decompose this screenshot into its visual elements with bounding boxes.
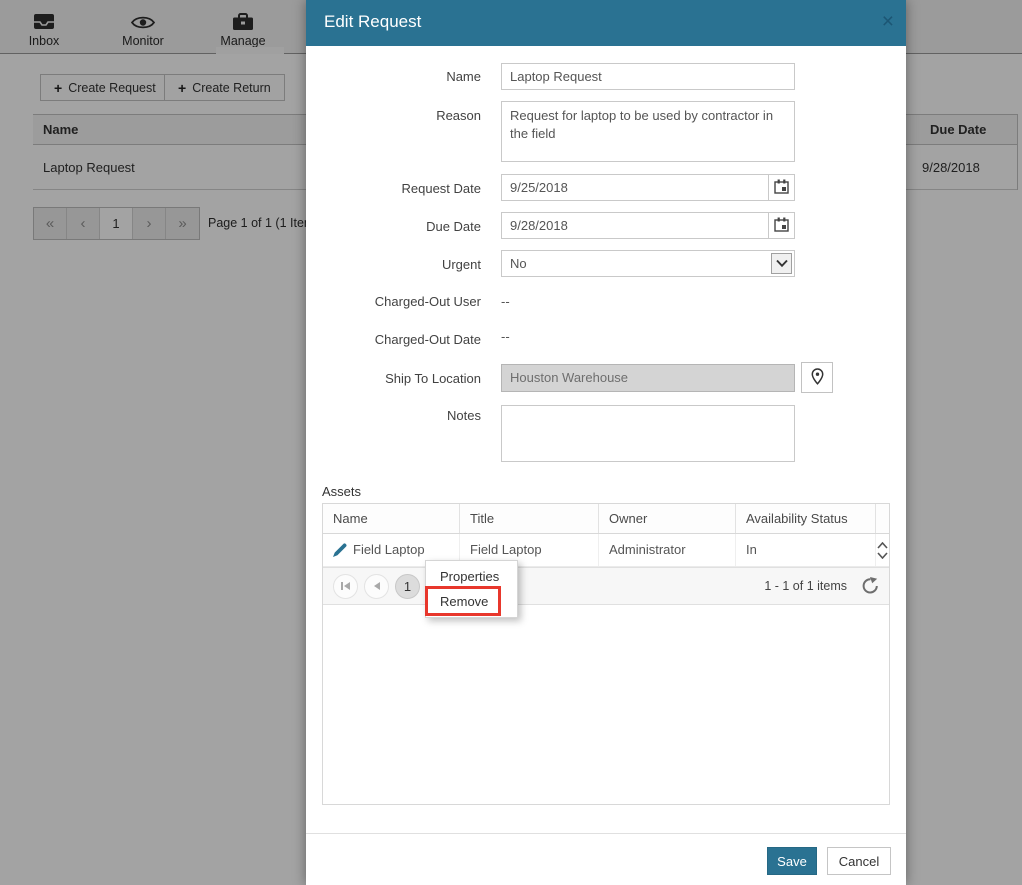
edit-request-dialog: Edit Request × Name Reason Request for l… xyxy=(306,0,906,885)
assets-column-title: Title xyxy=(460,504,599,533)
assets-pager-status: 1 - 1 of 1 items xyxy=(764,579,847,593)
assets-column-name: Name xyxy=(323,504,460,533)
due-date-input[interactable] xyxy=(502,213,768,238)
ship-to-location-label: Ship To Location xyxy=(385,371,481,386)
urgent-select[interactable]: No xyxy=(501,250,795,277)
name-input[interactable] xyxy=(501,63,795,90)
context-menu-item-remove[interactable]: Remove xyxy=(426,589,517,614)
request-date-calendar-button[interactable] xyxy=(768,175,794,200)
assets-scroll-column xyxy=(876,504,889,533)
assets-grid-pager: 1 1 - 1 of 1 items xyxy=(323,567,889,605)
asset-availability-cell: In xyxy=(736,534,876,566)
charged-out-user-value: -- xyxy=(501,294,510,309)
prev-icon xyxy=(372,581,381,591)
cancel-button[interactable]: Cancel xyxy=(827,847,891,875)
dialog-footer: Save Cancel xyxy=(306,833,906,885)
skip-first-icon xyxy=(340,581,351,591)
assets-column-owner: Owner xyxy=(599,504,736,533)
assets-grid-header: Name Title Owner Availability Status xyxy=(323,504,889,534)
request-date-input[interactable] xyxy=(502,175,768,200)
dialog-header: Edit Request × xyxy=(306,0,906,46)
screen: Inbox Monitor Manage + Create Request + xyxy=(0,0,1022,885)
due-date-picker xyxy=(501,212,795,239)
context-menu-item-properties[interactable]: Properties xyxy=(426,564,517,589)
urgent-label: Urgent xyxy=(441,257,481,272)
asset-owner-cell: Administrator xyxy=(599,534,736,566)
ship-to-location-input: Houston Warehouse xyxy=(501,364,795,392)
assets-pager-prev-button[interactable] xyxy=(364,573,389,599)
request-date-label: Request Date xyxy=(401,181,482,196)
map-pin-icon xyxy=(811,367,824,388)
reason-input[interactable]: Request for laptop to be used by contrac… xyxy=(501,101,795,162)
assets-pager-page-1-button[interactable]: 1 xyxy=(395,573,420,599)
charged-out-date-value: -- xyxy=(501,329,510,344)
calendar-icon xyxy=(774,179,789,197)
dialog-title: Edit Request xyxy=(324,12,422,31)
name-label: Name xyxy=(446,69,481,84)
assets-column-availability: Availability Status xyxy=(736,504,876,533)
charged-out-date-label: Charged-Out Date xyxy=(374,332,481,347)
pick-location-button[interactable] xyxy=(801,362,833,393)
close-icon[interactable]: × xyxy=(882,9,894,35)
assets-pager-first-button[interactable] xyxy=(333,573,358,599)
charged-out-user-label: Charged-Out User xyxy=(374,294,481,309)
due-date-calendar-button[interactable] xyxy=(768,213,794,238)
scroll-down-icon[interactable] xyxy=(877,551,888,559)
due-date-label: Due Date xyxy=(426,219,481,234)
refresh-icon xyxy=(861,577,879,595)
save-button[interactable]: Save xyxy=(767,847,817,875)
asset-context-menu: Properties Remove xyxy=(425,560,518,618)
calendar-icon xyxy=(774,217,789,235)
asset-row[interactable]: Field Laptop Field Laptop Administrator … xyxy=(323,534,889,567)
urgent-selected-value: No xyxy=(510,256,527,271)
scroll-up-icon[interactable] xyxy=(877,541,888,549)
reason-label: Reason xyxy=(436,108,481,123)
asset-name-cell: Field Laptop xyxy=(353,542,425,557)
assets-section-label: Assets xyxy=(322,484,362,499)
pencil-icon xyxy=(333,543,347,557)
refresh-button[interactable] xyxy=(861,577,879,595)
chevron-down-icon xyxy=(771,253,792,274)
notes-input[interactable] xyxy=(501,405,795,462)
notes-label: Notes xyxy=(447,408,481,423)
assets-grid: Name Title Owner Availability Status Fie… xyxy=(322,503,890,805)
request-date-picker xyxy=(501,174,795,201)
